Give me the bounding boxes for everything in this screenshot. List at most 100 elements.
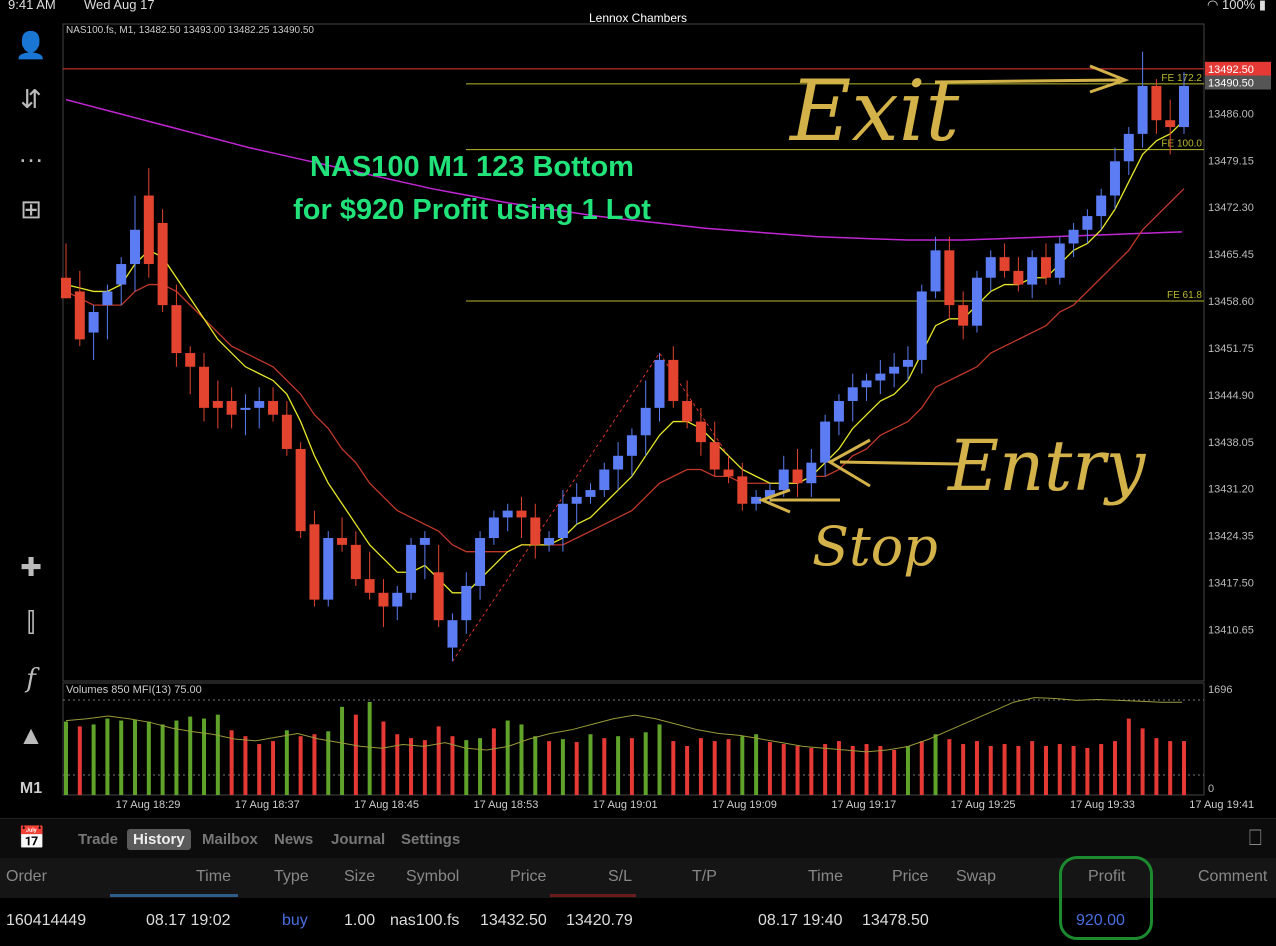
new-order-icon[interactable]: ⊞ [12,190,50,228]
candles-icon[interactable]: ⫿ [12,604,50,642]
candle-body [185,353,196,367]
fibo-level-label: FE 61.8 [1167,290,1202,301]
volume-bar [602,738,607,795]
candle-body [709,442,720,470]
trade-arrows-icon[interactable]: ⇵ [12,80,50,118]
candle-body [254,401,265,408]
volume-bar [767,742,772,795]
volume-bar [905,746,910,795]
x-tick-label: 17 Aug 19:09 [712,799,777,811]
volume-bar [1057,744,1062,795]
chart-header: NAS100.fs, M1, 13482.50 13493.00 13482.2… [66,25,314,36]
col-close-time[interactable]: Time [808,868,843,886]
candle-body [199,366,210,408]
cell-symbol: nas100.fs [390,912,460,929]
col-tp[interactable]: T/P [692,868,717,886]
fibo-level-label: FE 172.2 [1161,73,1202,84]
col-order[interactable]: Order [6,868,47,886]
volume-bar [988,746,993,795]
tab-settings[interactable]: Settings [395,829,466,850]
candle-body [875,373,886,381]
volume-bar [312,734,317,795]
volume-bar [1016,746,1021,795]
volume-bar [340,706,345,795]
candle-body [861,380,872,388]
candle-body [695,421,706,443]
volume-bar [1154,738,1159,795]
price-chart[interactable]: NAS100.fs, M1, 13482.50 13493.00 13482.2… [0,0,1276,818]
indicators-icon[interactable]: f [12,660,50,698]
volume-bar [1140,728,1145,795]
candle-body [488,517,499,539]
x-tick-label: 17 Aug 18:29 [116,799,181,811]
col-close-price[interactable]: Price [892,868,928,886]
status-bar: 9:41 AM Wed Aug 17 Lennox Chambers ◠ 100… [0,0,1276,25]
x-tick-label: 17 Aug 19:01 [593,799,658,811]
objects-icon[interactable]: ▲ [12,716,50,754]
volume-bar [740,736,745,795]
candle-body [502,510,513,518]
candle-body [944,250,955,306]
volume-bar [505,720,510,795]
y-tick-label: 13438.05 [1208,437,1254,449]
account-icon[interactable]: 👤 [12,26,50,64]
timeframe-button[interactable]: M1 [12,770,50,808]
handwritten-exit: Exit [788,62,960,160]
volume-bar [202,718,207,795]
candle-body [737,476,748,504]
candle-body [902,359,913,367]
col-price[interactable]: Price [510,868,546,886]
volume-bar [616,736,621,795]
candle-body [116,264,127,285]
chat-icon[interactable]: … [12,134,50,172]
col-comment[interactable]: Comment [1198,868,1267,886]
candle-body [143,195,154,265]
volume-bar [105,718,110,795]
col-swap[interactable]: Swap [956,868,996,886]
volume-bar [685,746,690,795]
volume-bar [271,741,276,795]
tab-history[interactable]: History [127,829,191,850]
volume-bar [298,736,303,795]
volume-bar [478,738,483,795]
volume-bar [1168,741,1173,795]
tab-mailbox[interactable]: Mailbox [196,829,264,850]
candle-body [309,524,320,600]
candle-body [240,407,251,410]
volume-bar [726,739,731,795]
col-symbol[interactable]: Symbol [406,868,459,886]
candle-body [378,592,389,607]
candle-body [516,510,527,518]
candle-body [1137,85,1148,134]
candle-body [1165,120,1176,128]
volume-bar [588,734,593,795]
terminal-tabs: 📅 Trade History Mailbox News Journal Set… [0,818,1276,859]
network-icon[interactable]: ⎕ [1249,825,1262,851]
volume-bar [64,721,68,795]
y-tick-label: 13444.90 [1208,390,1254,402]
volume-bar [381,721,386,795]
volume-bar [1182,741,1186,795]
candle-body [392,592,403,607]
calendar-icon[interactable]: 📅 [18,825,45,851]
volume-bar [257,744,262,795]
candle-body [295,448,306,532]
tab-news[interactable]: News [268,829,319,850]
volume-bar [671,741,676,795]
volume-bar [133,719,138,795]
col-size[interactable]: Size [344,868,375,886]
cell-close-price: 13478.50 [862,912,929,929]
crosshair-icon[interactable]: ✚ [12,548,50,586]
candle-body [985,257,996,278]
col-time[interactable]: Time [196,868,231,886]
col-sl[interactable]: S/L [608,868,632,886]
y-tick-label: 13431.20 [1208,484,1254,496]
tab-trade[interactable]: Trade [72,829,124,850]
volume-bar [823,744,828,795]
battery-level: ◠ 100% ▮ [1207,0,1266,13]
candle-body [930,250,941,292]
volume-bar [229,730,234,795]
col-type[interactable]: Type [274,868,309,886]
tab-journal[interactable]: Journal [325,829,391,850]
candle-body [350,544,361,580]
